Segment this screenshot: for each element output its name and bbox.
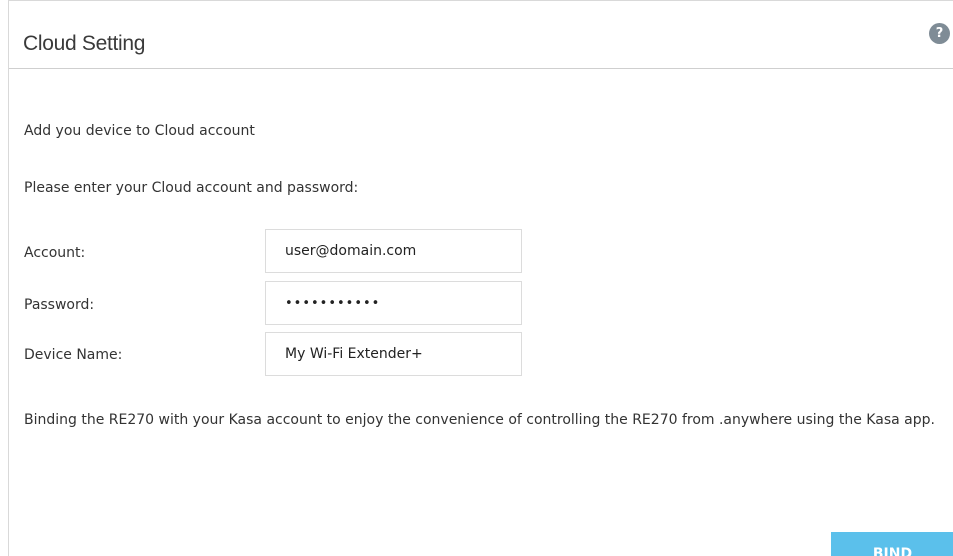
password-field[interactable] xyxy=(265,281,522,325)
bind-button[interactable]: BIND xyxy=(831,532,953,556)
cloud-setting-panel: Cloud Setting ? Add you device to Cloud … xyxy=(8,0,953,556)
panel-header: Cloud Setting ? xyxy=(9,1,953,69)
account-field[interactable] xyxy=(265,229,522,273)
intro-text: Add you device to Cloud account xyxy=(24,123,255,139)
account-label: Account: xyxy=(24,245,86,261)
help-icon[interactable]: ? xyxy=(929,23,950,44)
password-label: Password: xyxy=(24,297,95,313)
page-title: Cloud Setting xyxy=(23,32,146,55)
binding-description: Binding the RE270 with your Kasa account… xyxy=(24,412,935,428)
device-name-label: Device Name: xyxy=(24,347,123,363)
prompt-text: Please enter your Cloud account and pass… xyxy=(24,180,359,196)
device-name-field[interactable] xyxy=(265,332,522,376)
